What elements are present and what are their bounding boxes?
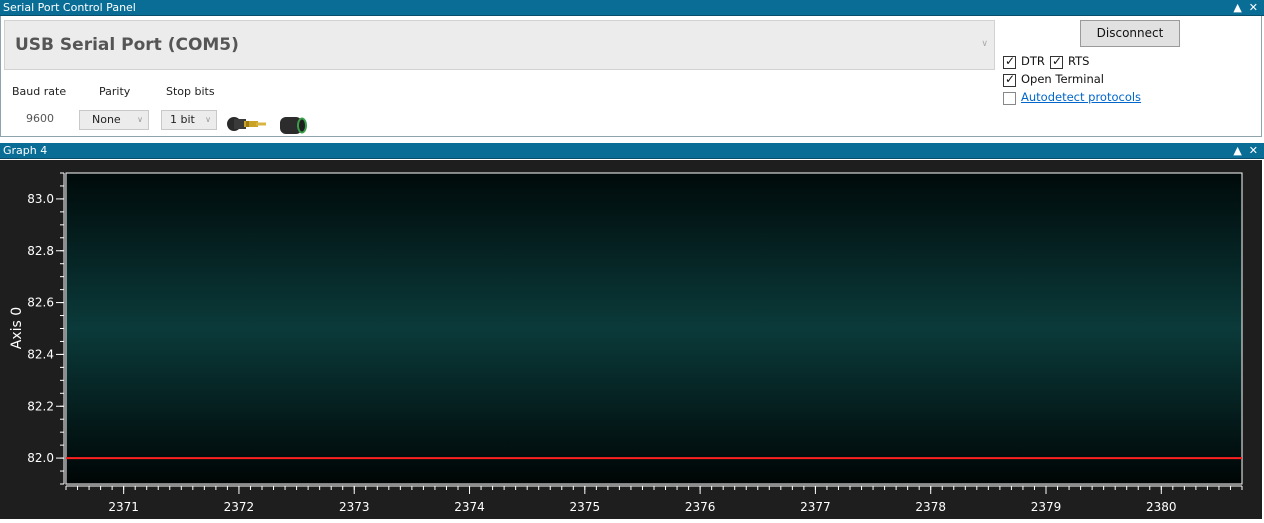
connector-plug-icon[interactable] <box>226 116 268 132</box>
serial-panel-title: Serial Port Control Panel <box>3 1 136 14</box>
chevron-down-icon: ∨ <box>205 115 211 124</box>
port-select-value: USB Serial Port (COM5) <box>15 35 239 55</box>
serial-panel-titlebar: Serial Port Control Panel ▲ ✕ <box>0 0 1264 16</box>
graph-title: Graph 4 <box>3 144 48 157</box>
parity-select-value: None <box>92 113 121 126</box>
x-tick-label: 2372 <box>224 500 255 514</box>
stop-bits-select-value: 1 bit <box>170 113 195 126</box>
graph-panel: 82.0 82.2 82.4 82.6 82.8 83.0 2371 2372 2373 237… <box>0 160 1262 519</box>
x-tick-label: 2379 <box>1031 500 1062 514</box>
parity-select[interactable]: None ∨ <box>79 110 149 130</box>
y-tick-label: 82.6 <box>27 296 54 310</box>
serial-port-control-panel: USB Serial Port (COM5) ∨ Baud rate Parit… <box>0 16 1262 137</box>
collapse-icon[interactable]: ▲ <box>1233 143 1241 159</box>
connector-socket-icon[interactable] <box>278 114 308 136</box>
x-tick-label: 2371 <box>108 500 139 514</box>
plot-area <box>65 172 1243 485</box>
stop-bits-label: Stop bits <box>166 85 215 98</box>
line-chart[interactable]: 82.082.282.482.682.883.0 2371 2372 2373 237… <box>0 160 1262 519</box>
x-tick-label: 2376 <box>685 500 716 514</box>
port-select[interactable]: USB Serial Port (COM5) ∨ <box>4 20 995 70</box>
rts-label: RTS <box>1068 54 1090 68</box>
x-tick-label: 2374 <box>454 500 485 514</box>
y-tick-label: 82.0 <box>27 451 54 465</box>
y-tick-label: 82.2 <box>27 399 54 413</box>
parity-label: Parity <box>99 85 131 98</box>
disconnect-button[interactable]: Disconnect <box>1080 20 1180 47</box>
chevron-down-icon: ∨ <box>137 115 143 124</box>
y-tick-label: 82.8 <box>27 244 54 258</box>
autodetect-checkbox[interactable] <box>1003 92 1016 105</box>
open-terminal-label: Open Terminal <box>1021 72 1104 86</box>
y-axis-label: Axis 0 <box>9 307 25 349</box>
baud-rate-value[interactable]: 9600 <box>26 112 54 125</box>
autodetect-protocols-link[interactable]: Autodetect protocols <box>1021 90 1141 104</box>
baud-rate-label: Baud rate <box>12 85 67 98</box>
check-icon: ✓ <box>1005 72 1016 86</box>
x-tick-label: 2375 <box>570 500 601 514</box>
collapse-icon[interactable]: ▲ <box>1233 0 1241 16</box>
chevron-down-icon: ∨ <box>981 39 988 49</box>
dtr-label: DTR <box>1021 54 1045 68</box>
check-icon: ✓ <box>1052 54 1063 68</box>
x-axis: 2371 2372 2373 2374 2375 2376 2377 2378 2379 2380 <box>65 485 1243 514</box>
x-tick-label: 2378 <box>915 500 946 514</box>
dtr-checkbox[interactable]: ✓ <box>1003 54 1016 69</box>
x-tick-label: 2377 <box>800 500 831 514</box>
graph-titlebar: Graph 4 ▲ ✕ <box>0 143 1264 159</box>
y-axis: 82.0 82.2 82.4 82.6 82.8 83.0 <box>27 172 65 485</box>
x-tick-label: 2373 <box>339 500 370 514</box>
x-tick-label: 2380 <box>1146 500 1177 514</box>
y-tick-label: 82.4 <box>27 347 54 361</box>
close-icon[interactable]: ✕ <box>1249 0 1258 16</box>
stop-bits-select[interactable]: 1 bit ∨ <box>161 110 217 130</box>
check-icon: ✓ <box>1005 54 1016 68</box>
y-tick-label: 83.0 <box>27 192 54 206</box>
rts-checkbox[interactable]: ✓ <box>1050 54 1063 69</box>
close-icon[interactable]: ✕ <box>1249 143 1258 159</box>
open-terminal-checkbox[interactable]: ✓ <box>1003 72 1016 87</box>
